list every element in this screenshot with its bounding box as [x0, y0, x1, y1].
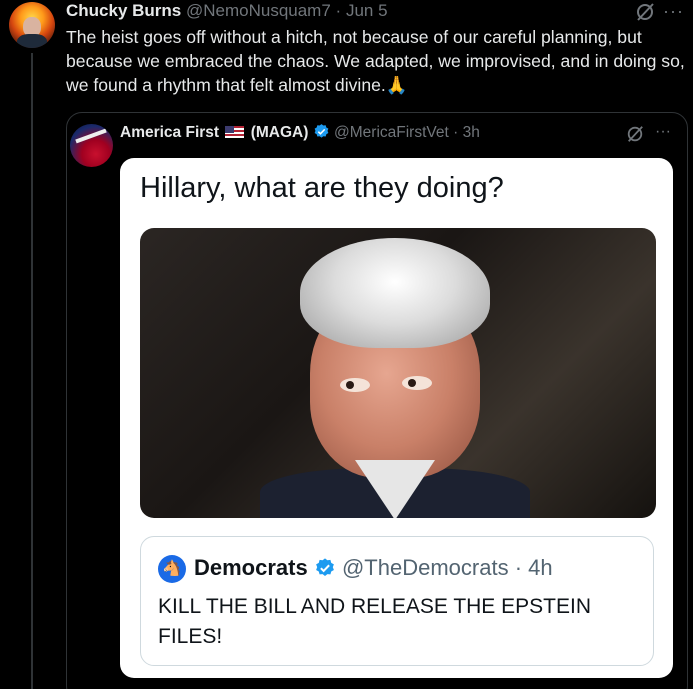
flag-us-icon [225, 126, 245, 138]
meme-image[interactable]: Hillary, what are they doing? 🐴 Democrat… [120, 158, 673, 678]
quote-time[interactable]: 3h [463, 124, 480, 141]
embedded-handle: @TheDemocrats [341, 555, 509, 580]
meme-photo [140, 228, 656, 518]
display-name[interactable]: Chucky Burns [66, 1, 181, 20]
quote-display-name[interactable]: America First [120, 124, 219, 141]
tweet-date[interactable]: Jun 5 [346, 1, 388, 20]
embedded-tweet: 🐴 Democrats @TheDemocrats · 4h KILL THE … [140, 536, 654, 666]
quote-name-tag[interactable]: (MAGA) [251, 124, 309, 141]
more-icon[interactable]: ··· [655, 122, 671, 142]
tweet-text: The heist goes off without a hitch, not … [66, 25, 691, 97]
quote-avatar[interactable] [70, 124, 113, 167]
meme-caption: Hillary, what are they doing? [140, 172, 504, 204]
separator: · [335, 1, 342, 20]
tweet-header: Chucky Burns @NemoNusquam7 · Jun 5 [66, 1, 388, 21]
separator: · [453, 124, 459, 141]
democrats-logo-icon: 🐴 [158, 555, 186, 583]
tweet-body: The heist goes off without a hitch, not … [66, 27, 685, 95]
grok-icon[interactable] [625, 125, 645, 143]
quote-handle[interactable]: @MericaFirstVet [334, 124, 449, 141]
separator: · [514, 555, 523, 580]
embedded-tweet-text: KILL THE BILL AND RELEASE THE EPSTEIN FI… [158, 595, 592, 648]
verified-icon [315, 558, 334, 576]
thread-line [31, 53, 33, 689]
avatar[interactable] [9, 2, 55, 48]
embedded-display-name: Democrats [194, 555, 308, 580]
pray-emoji: 🙏 [385, 75, 408, 95]
user-handle[interactable]: @NemoNusquam7 [186, 1, 331, 20]
more-icon[interactable]: ··· [663, 1, 684, 21]
quote-tweet-card[interactable]: America First (MAGA) @MericaFirstVet · 3… [66, 112, 688, 689]
grok-icon[interactable] [634, 2, 656, 22]
embedded-time: 4h [528, 555, 553, 580]
verified-icon [314, 124, 329, 138]
quote-header: America First (MAGA) @MericaFirstVet · 3… [120, 123, 480, 143]
embedded-tweet-header: Democrats @TheDemocrats · 4h [194, 553, 553, 583]
